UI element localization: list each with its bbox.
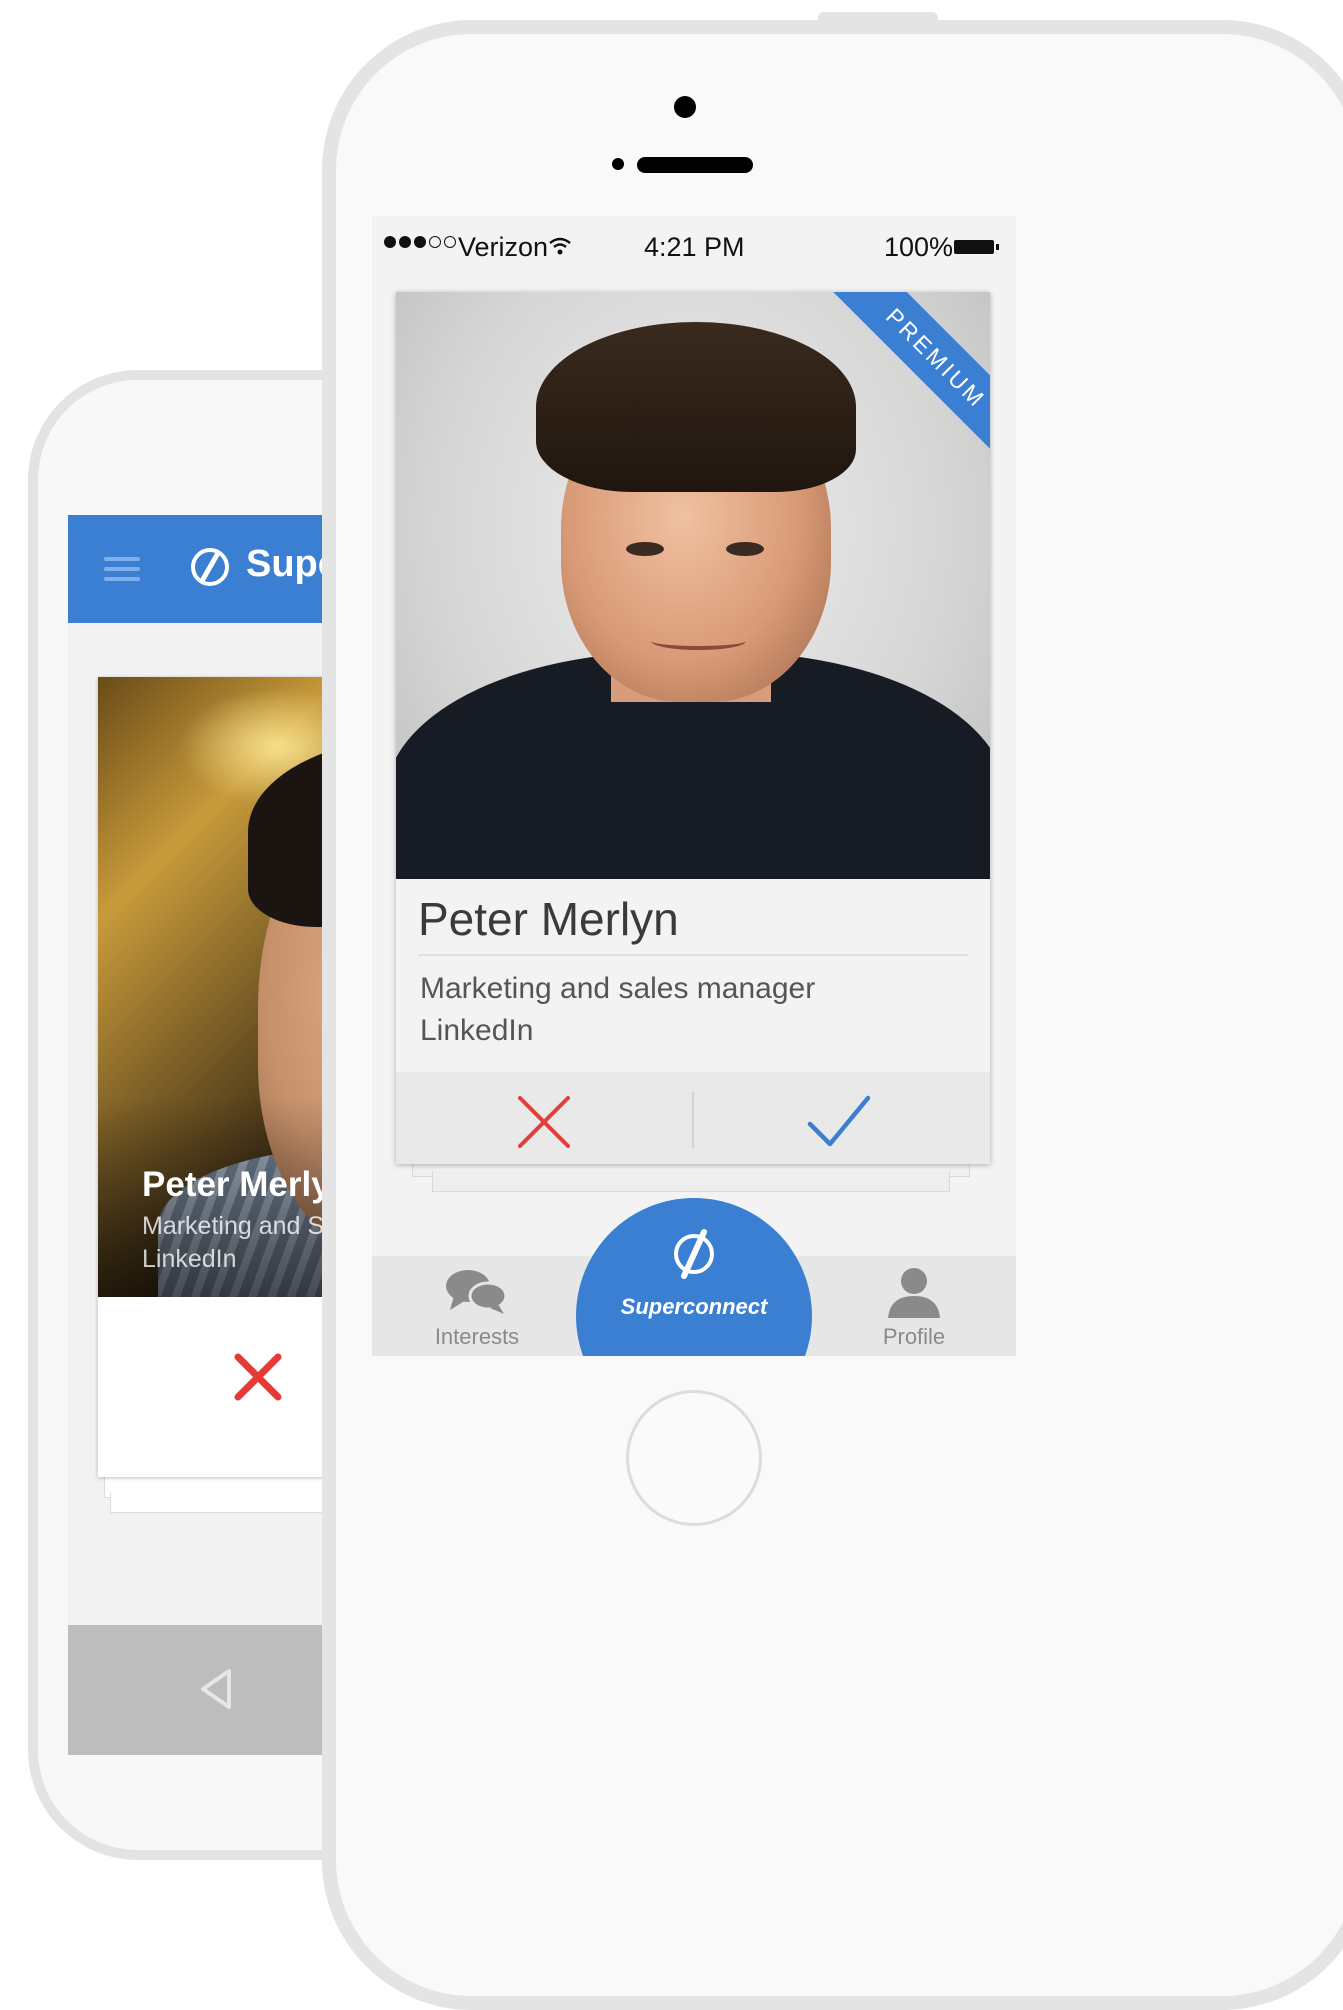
premium-badge: PREMIUM [811, 292, 990, 483]
back-triangle-icon[interactable] [193, 1665, 241, 1713]
profile-name: Peter Merlyn [142, 1165, 353, 1204]
carrier-name: Verizon [458, 232, 549, 262]
status-time: 4:21 PM [644, 232, 745, 262]
hamburger-icon[interactable] [104, 557, 140, 581]
close-icon[interactable] [218, 1337, 298, 1417]
tab-interests[interactable]: Interests [402, 1266, 552, 1356]
sensor-dot [612, 158, 624, 170]
close-icon[interactable] [516, 1094, 572, 1150]
profile-company: LinkedIn [420, 1014, 534, 1047]
profile-photo: PREMIUM [396, 292, 990, 879]
iphone-screen: Verizon 4:21 PM 100% PREMIUM Peter Merly… [372, 216, 1016, 1356]
status-bar: Verizon 4:21 PM 100% [372, 216, 1016, 280]
front-camera [674, 96, 696, 118]
chat-bubbles-icon [446, 1270, 508, 1314]
signal-strength-icon [384, 236, 456, 248]
home-button[interactable] [626, 1390, 762, 1526]
stacked-card [432, 1171, 950, 1192]
person-icon [888, 1268, 940, 1318]
profile-job: Marketing and sales manager [420, 972, 816, 1005]
tab-profile-label: Profile [882, 1324, 946, 1349]
card-actions [396, 1072, 990, 1164]
tab-superconnect-label: Superconnect [620, 1294, 768, 1319]
profile-company: LinkedIn [142, 1245, 237, 1273]
wifi-icon [549, 237, 571, 255]
profile-card[interactable]: PREMIUM Peter Merlyn Marketing and sales… [396, 292, 990, 1164]
divider [418, 954, 968, 956]
action-divider [692, 1092, 694, 1148]
check-icon[interactable] [806, 1094, 872, 1150]
superconnect-logo-icon [191, 548, 229, 586]
tab-interests-label: Interests [434, 1324, 520, 1349]
battery-percent: 100% [884, 232, 954, 262]
superconnect-logo-icon [674, 1229, 714, 1279]
tab-superconnect[interactable]: Superconnect [576, 1198, 812, 1356]
battery-icon [954, 240, 999, 254]
profile-name: Peter Merlyn [418, 893, 679, 945]
earpiece-speaker [637, 157, 753, 173]
tab-profile[interactable]: Profile [844, 1266, 984, 1356]
premium-ribbon: PREMIUM [796, 292, 990, 486]
